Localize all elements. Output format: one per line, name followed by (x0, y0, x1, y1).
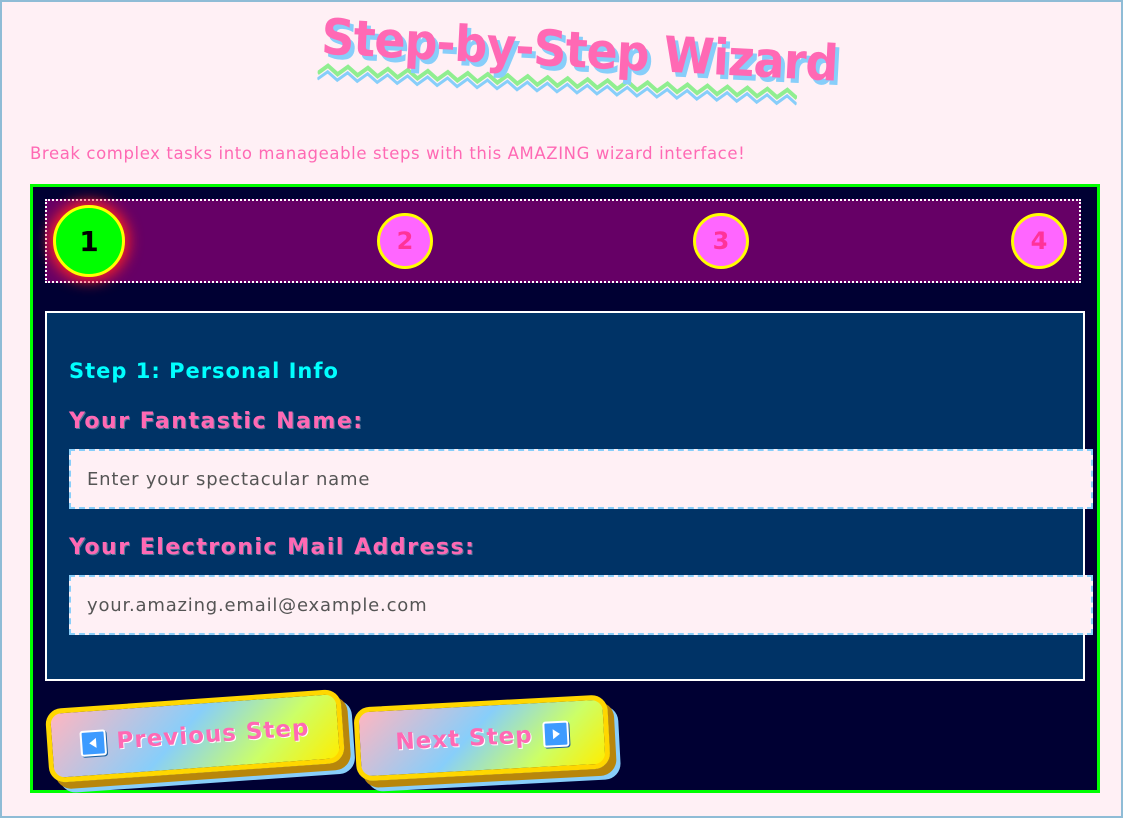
previous-step-label: Previous Step (115, 715, 311, 755)
right-arrow-icon (541, 720, 570, 748)
step-indicator-1[interactable]: 1 (53, 205, 125, 277)
left-arrow-icon (79, 729, 108, 757)
next-step-label: Next Step (394, 722, 534, 756)
wizard-container: 1 2 3 4 Step 1: Personal Info Your Fanta… (30, 184, 1100, 793)
step-title: Step 1: Personal Info (69, 359, 339, 383)
next-step-button[interactable]: Next Step (353, 694, 611, 782)
step-indicator-2[interactable]: 2 (377, 213, 433, 269)
previous-step-button[interactable]: Previous Step (44, 688, 346, 784)
name-input[interactable] (69, 449, 1093, 509)
step-indicator-3[interactable]: 3 (693, 213, 749, 269)
step-progress-bar: 1 2 3 4 (45, 199, 1081, 283)
step-panel: Step 1: Personal Info Your Fantastic Nam… (45, 311, 1093, 681)
step-indicator-4[interactable]: 4 (1011, 213, 1067, 269)
page-title-area: Step-by-Step Wizard (299, 2, 839, 141)
email-input[interactable] (69, 575, 1093, 635)
email-label: Your Electronic Mail Address: (69, 535, 476, 560)
name-label: Your Fantastic Name: (69, 409, 364, 434)
page-subtitle: Break complex tasks into manageable step… (30, 144, 746, 163)
